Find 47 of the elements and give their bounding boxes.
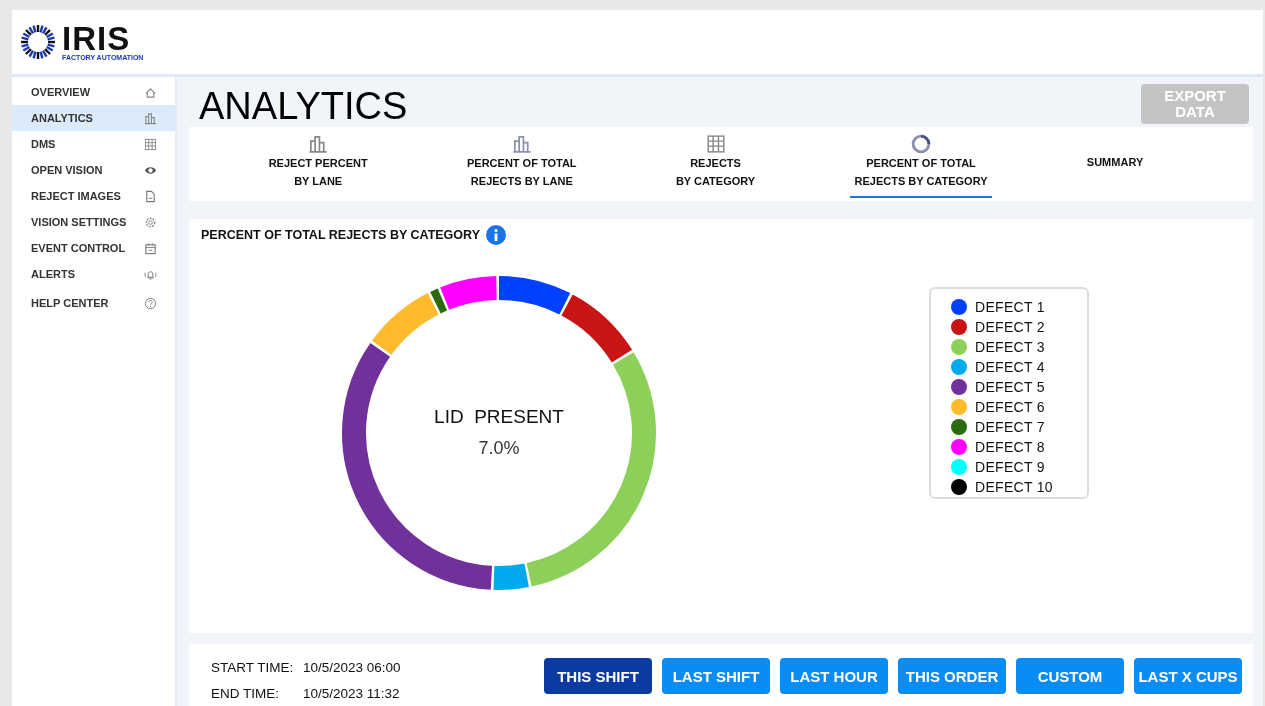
- legend-label: DEFECT 10: [975, 477, 1053, 497]
- sidebar-item[interactable]: VISION SETTINGS: [12, 209, 175, 235]
- tab[interactable]: SUMMARY: [1082, 148, 1148, 179]
- grid-icon: [705, 133, 726, 154]
- settings-icon: [144, 215, 157, 229]
- calendar-icon: [144, 241, 157, 255]
- help-icon: [144, 296, 157, 310]
- sidebar-item[interactable]: DMS: [12, 131, 175, 157]
- tab[interactable]: PERCENT OF TOTAL REJECTS BY LANE: [463, 129, 581, 198]
- tab[interactable]: REJECTS BY CATEGORY: [671, 129, 760, 198]
- legend-label: DEFECT 4: [975, 357, 1045, 377]
- center-value: 7.0%: [478, 438, 520, 459]
- bar-chart-icon: [511, 133, 532, 154]
- bar-chart-icon: [144, 111, 157, 125]
- sidebar-item[interactable]: OVERVIEW: [12, 79, 175, 105]
- sidebar-item[interactable]: HELP CENTER: [12, 290, 175, 316]
- info-icon[interactable]: [485, 224, 506, 245]
- legend-label: DEFECT 3: [975, 337, 1045, 357]
- legend-label: DEFECT 7: [975, 417, 1045, 437]
- grid-icon: [144, 137, 157, 151]
- legend-label: DEFECT 9: [975, 457, 1045, 477]
- document-icon: [144, 189, 157, 203]
- legend-label: DEFECT 2: [975, 317, 1045, 337]
- start-time-value: 10/5/2023 06:00: [303, 659, 401, 675]
- legend-label: DEFECT 6: [975, 397, 1045, 417]
- sidebar-item[interactable]: ALERTS: [12, 261, 175, 287]
- sidebar-item[interactable]: EVENT CONTROL: [12, 235, 175, 261]
- donut-chart-icon: [911, 133, 931, 154]
- page-title: ANALYTICS: [199, 85, 408, 128]
- brand-name: IRIS: [62, 23, 131, 54]
- sidebar-item[interactable]: ANALYTICS: [12, 105, 175, 131]
- sunburst-logo-icon: [18, 24, 58, 60]
- sidebar-item[interactable]: OPEN VISION: [12, 157, 175, 183]
- home-icon: [144, 85, 157, 99]
- legend-label: DEFECT 1: [975, 297, 1045, 317]
- end-time-label: END TIME:: [211, 685, 280, 701]
- start-time-label: START TIME:: [211, 659, 295, 675]
- center-label: LID PRESENT: [434, 406, 564, 428]
- end-time-value: 10/5/2023 11:32: [303, 685, 400, 701]
- tab[interactable]: REJECT PERCENT BY LANE: [264, 129, 372, 198]
- tab[interactable]: PERCENT OF TOTAL REJECTS BY CATEGORY: [850, 129, 992, 198]
- bar-chart-icon: [308, 133, 329, 154]
- legend-label: DEFECT 5: [975, 377, 1045, 397]
- chart-title: PERCENT OF TOTAL REJECTS BY CATEGORY: [201, 227, 480, 242]
- sidebar-item[interactable]: REJECT IMAGES: [12, 183, 175, 209]
- legend-label: DEFECT 8: [975, 437, 1045, 457]
- time-range-button[interactable]: THIS SHIFT: [544, 658, 652, 694]
